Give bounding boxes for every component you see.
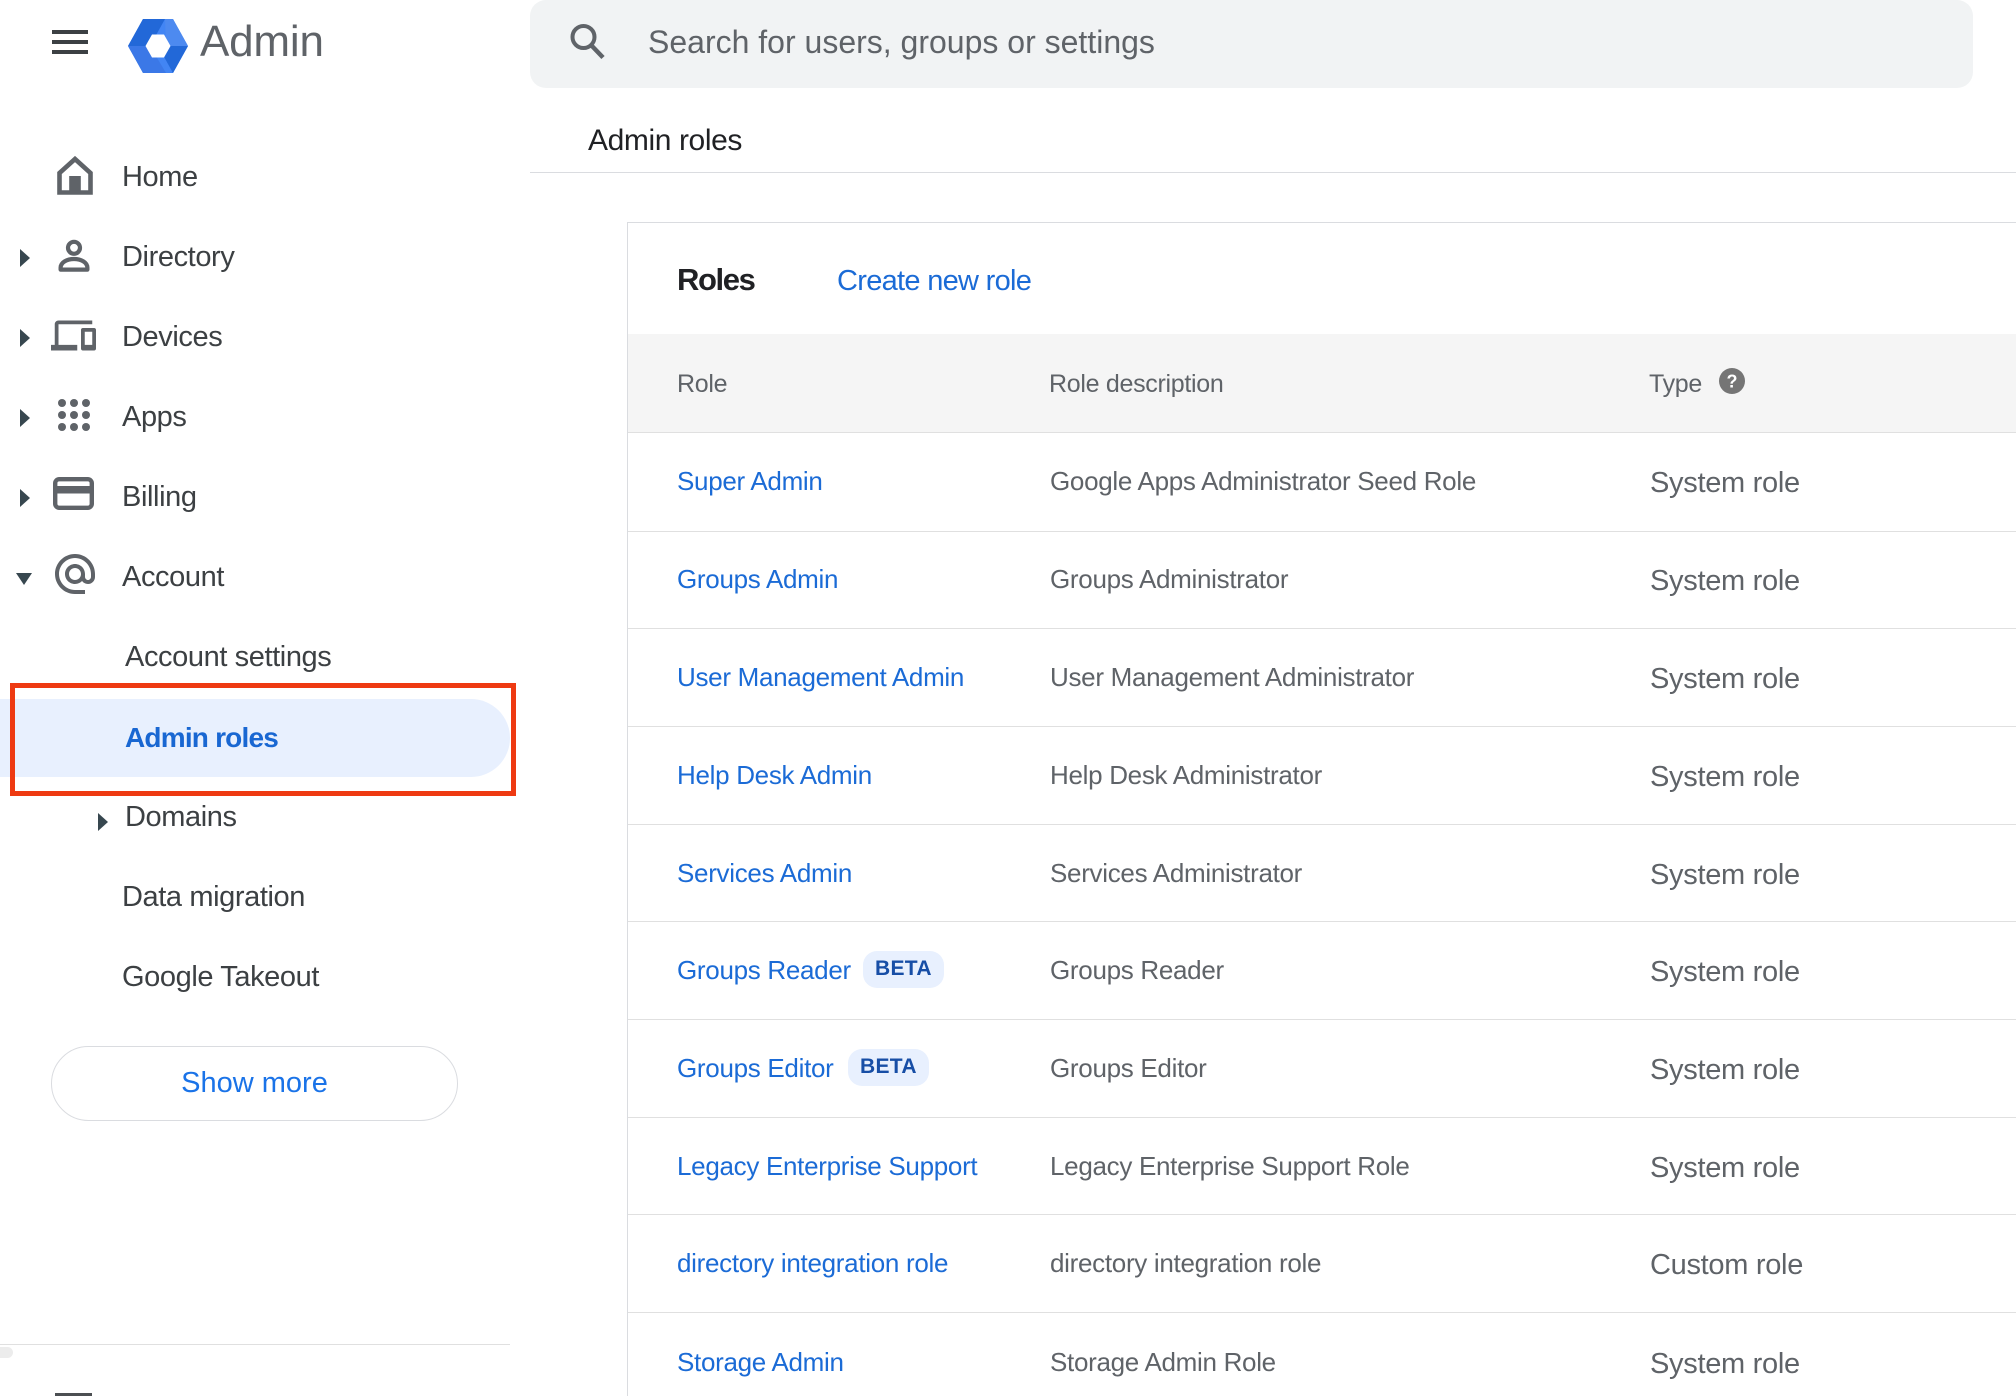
svg-text:?: ?	[1727, 372, 1738, 392]
